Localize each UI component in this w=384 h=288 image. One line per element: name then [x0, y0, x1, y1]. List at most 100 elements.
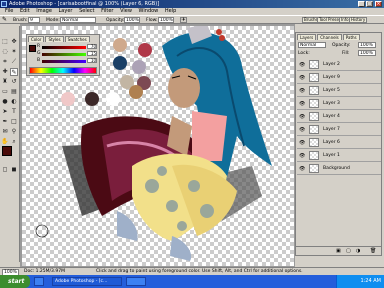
flow-label: Flow:	[146, 18, 158, 23]
layer-name: Layer 3	[323, 101, 340, 106]
layer-row[interactable]: 👁 Layer 7	[297, 124, 381, 136]
channel-g-slider[interactable]	[42, 53, 86, 56]
layer-row[interactable]: 👁 Layer 2	[297, 59, 381, 71]
move-tool-icon[interactable]: ✥	[10, 38, 18, 46]
color-panel-foreground[interactable]	[29, 45, 36, 52]
adjustment-layer-icon[interactable]: ◑	[356, 248, 360, 254]
layer-thumbnail	[309, 151, 319, 160]
zoom-tool-icon[interactable]: ⌕	[10, 138, 18, 146]
opacity-field[interactable]: 100%	[124, 17, 140, 23]
menu-image[interactable]: Image	[36, 8, 52, 15]
tab-paths[interactable]: Paths	[342, 34, 360, 40]
quick-mask-icon[interactable]: ◼	[10, 166, 18, 174]
visibility-eye-icon[interactable]: 👁	[299, 88, 305, 94]
layer-row[interactable]: 👁 Layer 9	[297, 72, 381, 84]
layer-row[interactable]: 👁 Layer 5	[297, 85, 381, 97]
layer-row[interactable]: 👁 Layer 3	[297, 98, 381, 110]
healing-brush-tool-icon[interactable]: ✚	[1, 68, 9, 76]
channel-g-value[interactable]: 15	[87, 51, 97, 56]
menu-layer[interactable]: Layer	[59, 8, 73, 15]
layer-row[interactable]: 👁 Layer 6	[297, 137, 381, 149]
fill-field[interactable]: 100%	[358, 50, 376, 56]
gradient-tool-icon[interactable]: ▤	[10, 88, 18, 96]
visibility-eye-icon[interactable]: 👁	[299, 101, 305, 107]
menu-help[interactable]: Help	[165, 8, 176, 15]
history-brush-tool-icon[interactable]: ↺	[10, 78, 18, 86]
notes-tool-icon[interactable]: ✉	[1, 128, 9, 136]
close-button[interactable]: ×	[375, 1, 382, 7]
layer-name: Background	[323, 166, 350, 171]
paint-swatch	[113, 38, 127, 52]
color-ramp[interactable]	[29, 67, 97, 74]
layer-thumbnail	[309, 125, 319, 134]
lasso-tool-icon[interactable]: ◌	[1, 48, 9, 56]
palette-tab-history[interactable]: History	[349, 17, 368, 23]
magic-wand-tool-icon[interactable]: ✶	[10, 48, 18, 56]
menu-filter[interactable]: Filter	[101, 8, 113, 15]
visibility-eye-icon[interactable]: 👁	[299, 114, 305, 120]
menu-window[interactable]: Window	[139, 8, 159, 15]
tab-swatches[interactable]: Swatches	[64, 36, 90, 42]
visibility-eye-icon[interactable]: 👁	[299, 140, 305, 146]
visibility-eye-icon[interactable]: 👁	[299, 166, 305, 172]
layer-opacity-field[interactable]: 100%	[358, 42, 376, 48]
standard-mode-icon[interactable]: ◻	[1, 166, 9, 174]
new-set-icon[interactable]: ▢	[346, 248, 351, 254]
tab-color[interactable]: Color	[28, 36, 45, 42]
tab-layers[interactable]: Layers	[297, 34, 317, 40]
pen-tool-icon[interactable]: ✒	[1, 118, 9, 126]
layer-thumbnail	[309, 138, 319, 147]
layer-row[interactable]: 👁 Layer 1	[297, 150, 381, 162]
tab-channels[interactable]: Channels	[317, 34, 342, 40]
mode-select[interactable]: Normal	[60, 17, 96, 23]
maximize-button[interactable]: □	[366, 1, 373, 7]
taskbar-item-photoshop[interactable]: Adobe Photoshop - [c...	[52, 277, 122, 286]
visibility-eye-icon[interactable]: 👁	[299, 62, 305, 68]
airbrush-icon[interactable]: ✈	[180, 17, 187, 23]
clone-stamp-tool-icon[interactable]: ♜	[1, 78, 9, 86]
channel-b-value[interactable]: 10	[87, 58, 97, 63]
layer-row[interactable]: 👁 Background	[297, 163, 381, 175]
brush-tool-icon-active[interactable]: ✎	[10, 68, 18, 76]
flow-field[interactable]: 100%	[158, 17, 174, 23]
layer-row[interactable]: 👁 Layer 4	[297, 111, 381, 123]
marquee-tool-icon[interactable]: ⬚	[1, 38, 9, 46]
visibility-eye-icon[interactable]: 👁	[299, 153, 305, 159]
taskbar: start Adobe Photoshop - [c... 1:24 AM	[0, 275, 384, 288]
brush-size-picker[interactable]: 9	[28, 17, 40, 23]
eyedropper-tool-icon[interactable]: ⚲	[10, 128, 18, 136]
hand-tool-icon[interactable]: ✋	[1, 138, 9, 146]
slice-tool-icon[interactable]: ⟋	[10, 58, 18, 66]
menu-view[interactable]: View	[120, 8, 132, 15]
dodge-tool-icon[interactable]: ◐	[10, 98, 18, 106]
layer-opacity-label: Opacity:	[332, 43, 351, 48]
paint-swatch	[61, 92, 75, 106]
taskbar-item-2[interactable]	[126, 277, 146, 286]
menu-edit[interactable]: Edit	[20, 8, 30, 15]
menu-file[interactable]: File	[5, 8, 13, 15]
shape-tool-icon[interactable]: □	[10, 118, 18, 126]
crop-tool-icon[interactable]: ⌗	[1, 58, 9, 66]
channel-r-slider[interactable]	[42, 46, 86, 49]
foreground-color-swatch[interactable]	[2, 146, 12, 156]
tab-styles[interactable]: Styles	[45, 36, 64, 42]
minimize-button[interactable]: _	[358, 1, 365, 7]
channel-r-value[interactable]: 70	[87, 44, 97, 49]
start-button[interactable]: start	[0, 275, 30, 288]
taskbar-quicklaunch-1[interactable]	[34, 277, 44, 286]
menu-select[interactable]: Select	[79, 8, 94, 15]
blur-tool-icon[interactable]: ●	[1, 98, 9, 106]
channel-b-slider[interactable]	[42, 60, 86, 63]
fill-label: Fill:	[342, 51, 350, 56]
layer-name: Layer 1	[323, 153, 340, 158]
type-tool-icon[interactable]: T	[10, 108, 18, 116]
blend-mode-select[interactable]: Normal	[298, 42, 326, 48]
brush-tool-icon[interactable]: ✎	[2, 17, 9, 23]
trash-icon[interactable]: 🗑	[370, 248, 376, 254]
new-layer-icon[interactable]: ▣	[336, 248, 341, 254]
layer-thumbnail	[309, 73, 319, 82]
visibility-eye-icon[interactable]: 👁	[299, 75, 305, 81]
eraser-tool-icon[interactable]: ▭	[1, 88, 9, 96]
path-selection-tool-icon[interactable]: ➤	[1, 108, 9, 116]
visibility-eye-icon[interactable]: 👁	[299, 127, 305, 133]
